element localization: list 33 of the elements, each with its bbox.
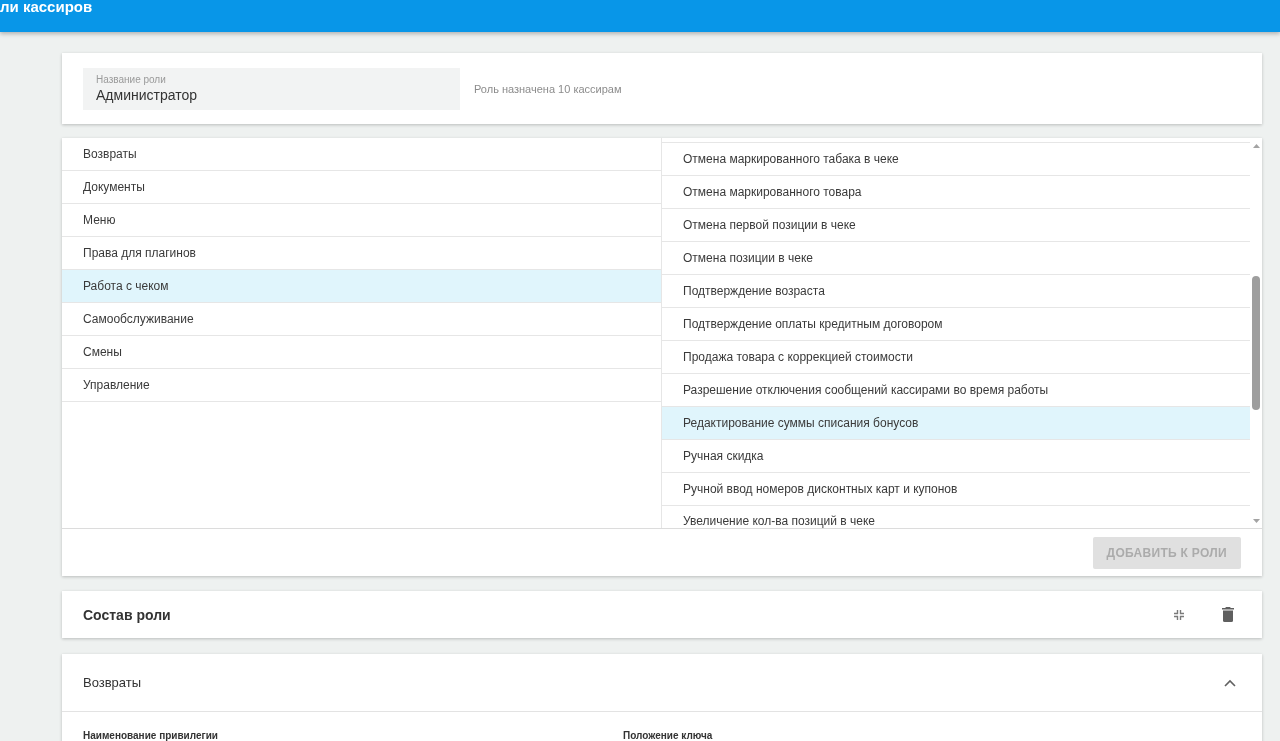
privilege-item[interactable]: Продажа товара с коррекцией стоимости: [662, 341, 1250, 374]
column-header: Положение ключа: [623, 730, 713, 741]
scroll-down-icon[interactable]: [1252, 519, 1260, 523]
privilege-item[interactable]: Ручная скидка: [662, 440, 1250, 473]
category-item[interactable]: Самообслуживание: [62, 303, 661, 336]
chevron-icon[interactable]: [1224, 678, 1236, 687]
trash-icon[interactable]: [1222, 607, 1234, 622]
group-title: Возвраты: [83, 675, 142, 690]
assignment-note: Роль назначена 10 кассирам: [474, 82, 622, 95]
category-item[interactable]: Возвраты: [62, 138, 661, 171]
scrollbar-thumb[interactable]: [1252, 276, 1260, 410]
privilege-item[interactable]: Редактирование суммы списания бонусов: [662, 407, 1250, 440]
scroll-up-icon[interactable]: [1252, 144, 1260, 148]
privilege-item[interactable]: Отмена позиции в чеке: [662, 242, 1250, 275]
field-value: Администратор: [96, 85, 197, 104]
privilege-item[interactable]: Подтверждение оплаты кредитным договором: [662, 308, 1250, 341]
section-title: Состав роли: [83, 606, 171, 623]
field-label: Название роли: [96, 73, 166, 86]
privilege-item[interactable]: Увеличение кол-ва позиций в чеке: [662, 506, 1250, 528]
privilege-item[interactable]: Отмена первой позиции в чеке: [662, 209, 1250, 242]
category-item[interactable]: Управление: [62, 369, 661, 402]
page-title: ли кассиров: [0, 0, 93, 13]
privilege-item[interactable]: Отмена маркированного табака в чеке: [662, 143, 1250, 176]
category-item[interactable]: Меню: [62, 204, 661, 237]
role-name-field[interactable]: Название роли Администратор: [83, 67, 460, 110]
category-item[interactable]: Документы: [62, 171, 661, 204]
privilege-item[interactable]: Отмена маркированного товара: [662, 176, 1250, 209]
category-item[interactable]: Работа с чеком: [62, 270, 661, 303]
collapse-all-icon[interactable]: [1174, 609, 1184, 620]
privilege-item[interactable]: Ручной ввод номеров дисконтных карт и купонов: [662, 473, 1250, 506]
column-header: Наименование привилегии: [83, 730, 218, 741]
category-item[interactable]: Смены: [62, 336, 661, 369]
privilege-item[interactable]: Подтверждение возраста: [662, 275, 1250, 308]
